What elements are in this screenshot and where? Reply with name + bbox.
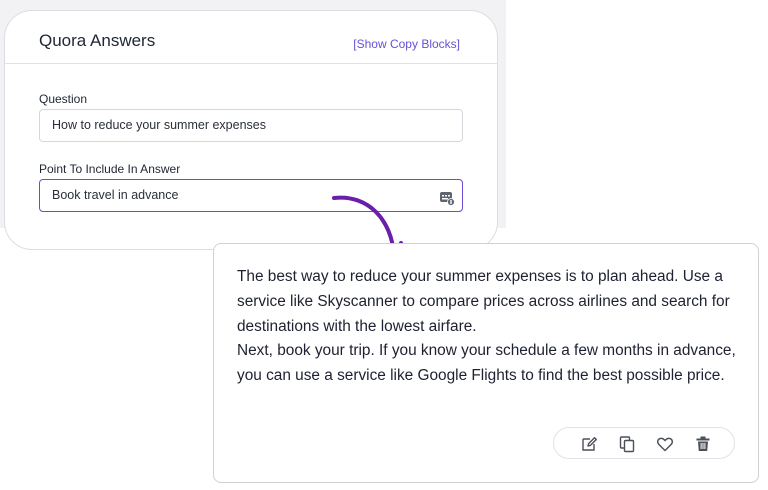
trash-icon[interactable]	[694, 435, 712, 453]
answer-paragraph-2: Next, book your trip. If you know your s…	[237, 342, 736, 385]
edit-icon[interactable]	[580, 435, 598, 453]
answer-paragraph-1: The best way to reduce your summer expen…	[237, 268, 730, 335]
heart-icon[interactable]	[656, 435, 674, 453]
copy-icon[interactable]	[618, 435, 636, 453]
answer-card: The best way to reduce your summer expen…	[213, 243, 759, 483]
answer-actions	[553, 427, 735, 459]
answer-text: The best way to reduce your summer expen…	[237, 265, 737, 389]
